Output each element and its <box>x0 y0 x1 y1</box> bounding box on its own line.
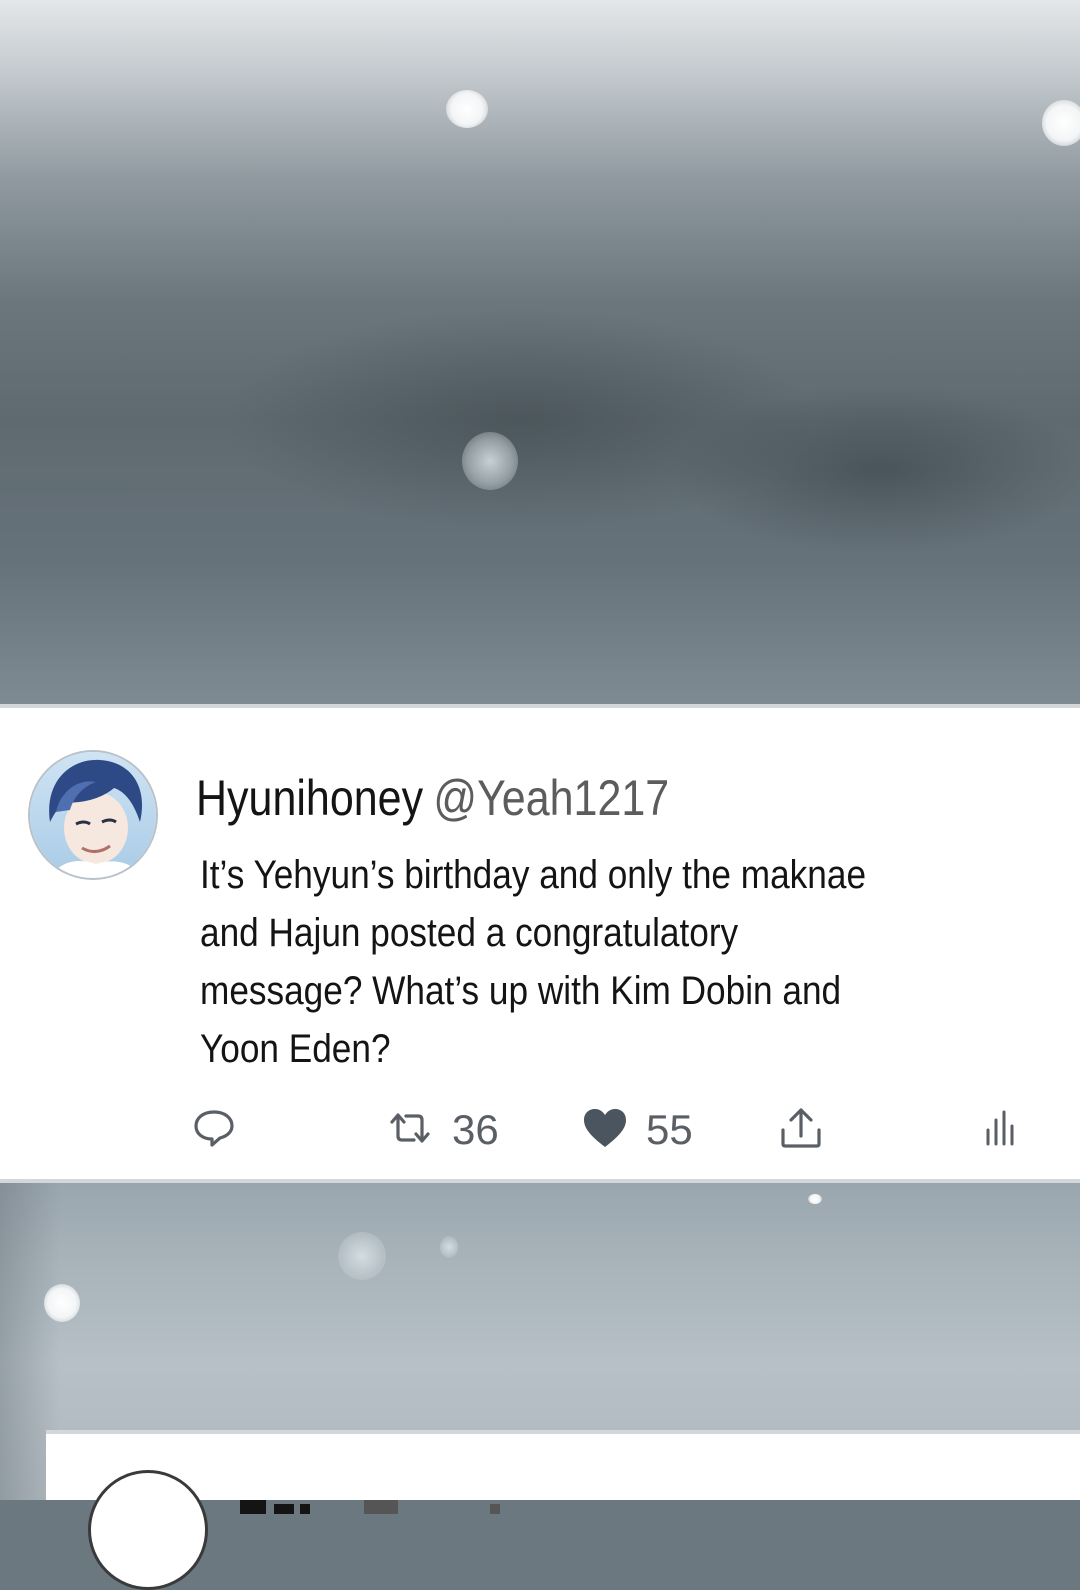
next-tweet-header-clipped <box>240 1500 500 1514</box>
user-handle[interactable]: @Yeah1217 <box>433 770 669 826</box>
light-orb <box>446 90 488 128</box>
tweet-header: Hyunihoney @Yeah1217 <box>196 768 669 828</box>
like-count: 55 <box>646 1106 693 1153</box>
avatar[interactable] <box>88 1470 208 1590</box>
retweet-icon <box>386 1108 434 1152</box>
share-button[interactable] <box>778 1100 824 1160</box>
retweet-count: 36 <box>452 1106 499 1153</box>
next-tweet-card[interactable] <box>46 1430 1080 1590</box>
light-orb <box>1042 100 1080 146</box>
reply-button[interactable] <box>192 1100 236 1160</box>
tweet-card[interactable]: Hyunihoney @Yeah1217 It’s Yehyun’s birthd… <box>0 704 1080 1183</box>
light-orb <box>44 1284 80 1322</box>
tweet-text-line: Yoon Eden? <box>200 1027 391 1071</box>
tweet-text-line: message? What’s up with Kim Dobin and <box>200 969 842 1013</box>
tweet-text-line: and Hajun posted a congratulatory <box>200 911 739 955</box>
like-button[interactable]: 55 <box>582 1100 693 1160</box>
reply-bubble-icon <box>192 1108 236 1152</box>
share-icon <box>778 1106 824 1154</box>
light-orb <box>440 1236 458 1258</box>
avatar[interactable] <box>28 750 158 880</box>
light-orb <box>462 432 518 490</box>
heart-icon <box>582 1107 628 1153</box>
light-orb <box>338 1232 386 1280</box>
display-name[interactable]: Hyunihoney <box>196 770 423 826</box>
light-orb <box>808 1194 822 1204</box>
background-mist-top <box>0 0 1080 704</box>
tweet-text-line: It’s Yehyun’s birthday and only the makn… <box>200 853 867 897</box>
retweet-button[interactable]: 36 <box>386 1100 499 1160</box>
analytics-icon <box>984 1108 1014 1152</box>
analytics-button[interactable] <box>984 1100 1014 1160</box>
tweet-text: It’s Yehyun’s birthday and only the makn… <box>200 846 878 1078</box>
tweet-actions: 36 55 <box>0 1100 1080 1160</box>
